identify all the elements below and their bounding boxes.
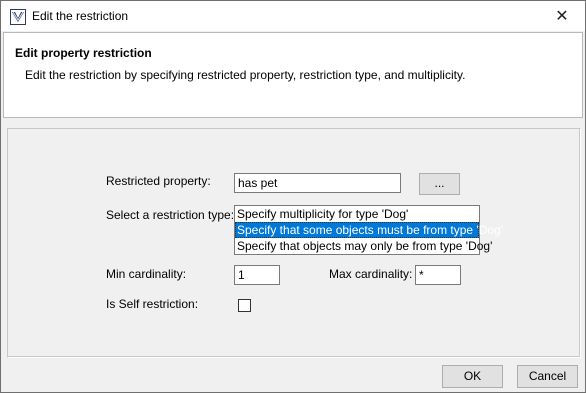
close-button[interactable]: ✕	[539, 1, 585, 31]
self-restriction-label: Is Self restriction:	[106, 297, 199, 311]
restriction-type-option-some[interactable]: Specify that some objects must be from t…	[235, 222, 503, 238]
dialog-header: Edit property restriction Edit the restr…	[3, 32, 583, 118]
restricted-property-field[interactable]: has pet	[234, 173, 401, 193]
max-cardinality-field[interactable]: *	[415, 265, 461, 285]
min-cardinality-label: Min cardinality:	[106, 267, 187, 281]
edit-restriction-dialog: Edit the restriction ✕ Edit property res…	[0, 0, 586, 393]
restriction-type-list[interactable]: Specify multiplicity for type 'Dog' Spec…	[234, 205, 503, 255]
window-title: Edit the restriction	[32, 9, 129, 23]
min-cardinality-field[interactable]: 1	[234, 265, 280, 285]
restriction-type-option-only[interactable]: Specify that objects may only be from ty…	[235, 238, 492, 254]
close-icon: ✕	[555, 8, 569, 25]
ok-button[interactable]: OK	[442, 365, 503, 388]
header-title: Edit property restriction	[15, 46, 152, 60]
header-description: Edit the restriction by specifying restr…	[25, 68, 466, 82]
self-restriction-checkbox[interactable]	[238, 299, 251, 312]
cancel-button[interactable]: Cancel	[517, 365, 578, 388]
max-cardinality-label: Max cardinality:	[329, 267, 413, 281]
browse-property-button[interactable]: ...	[419, 173, 460, 195]
app-icon	[10, 9, 26, 25]
title-bar: Edit the restriction ✕	[1, 1, 585, 31]
restriction-type-option-multiplicity[interactable]: Specify multiplicity for type 'Dog'	[235, 206, 479, 222]
restricted-property-label: Restricted property:	[106, 174, 211, 188]
restriction-type-label: Select a restriction type:	[106, 208, 235, 222]
